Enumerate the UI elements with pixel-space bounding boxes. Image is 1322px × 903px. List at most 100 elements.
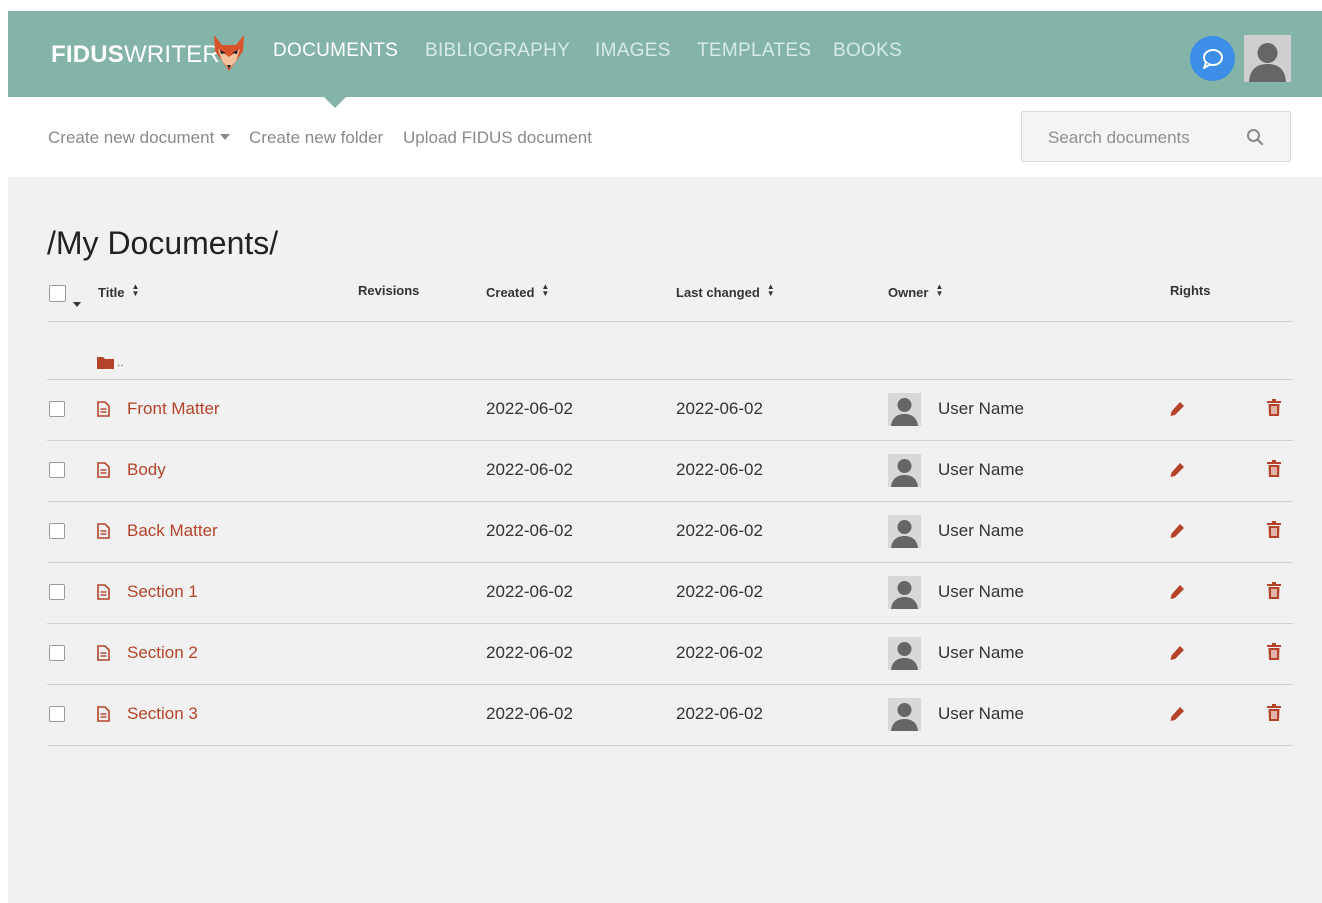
- user-silhouette-icon: [891, 703, 918, 731]
- pencil-icon[interactable]: [1169, 461, 1186, 478]
- column-header-owner[interactable]: Owner ▲ ▼: [888, 283, 943, 301]
- pencil-icon[interactable]: [1169, 644, 1186, 661]
- document-icon: [97, 706, 110, 722]
- sort-icon: ▲ ▼: [541, 282, 550, 298]
- document-icon: [97, 584, 110, 600]
- table-row: Front Matter 2022-06-02 2022-06-02 User …: [8, 380, 1322, 440]
- owner-name: User Name: [938, 704, 1024, 723]
- last-changed-date: 2022-06-02: [676, 460, 763, 479]
- parent-folder-link[interactable]: ..: [117, 355, 124, 369]
- created-date: 2022-06-02: [486, 582, 573, 601]
- last-changed-date: 2022-06-02: [676, 521, 763, 540]
- column-header-created[interactable]: Created ▲ ▼: [486, 282, 550, 301]
- nav-documents[interactable]: DOCUMENTS: [273, 40, 398, 62]
- column-created-label: Created: [486, 285, 535, 300]
- column-header-rights: Rights: [1170, 283, 1211, 298]
- chat-button[interactable]: [1190, 36, 1235, 81]
- created-date: 2022-06-02: [486, 399, 573, 418]
- bulk-actions-dropdown-icon[interactable]: [73, 302, 81, 307]
- logo-light-text: WRITER: [124, 41, 220, 68]
- document-icon: [97, 645, 110, 661]
- nav-templates[interactable]: TEMPLATES: [697, 40, 811, 62]
- row-checkbox[interactable]: [49, 462, 65, 478]
- table-row: Back Matter 2022-06-02 2022-06-02 User N…: [8, 502, 1322, 562]
- nav-bibliography[interactable]: BIBLIOGRAPHY: [425, 40, 570, 62]
- owner-name: User Name: [938, 399, 1024, 418]
- last-changed-date: 2022-06-02: [676, 399, 763, 418]
- column-header-last-changed[interactable]: Last changed ▲ ▼: [676, 282, 775, 301]
- nav-books[interactable]: BOOKS: [833, 40, 902, 62]
- search-input[interactable]: [1022, 112, 1270, 163]
- fidus-writer-logo[interactable]: FIDUSWRITER: [51, 41, 220, 69]
- column-owner-label: Owner: [888, 285, 929, 300]
- trash-icon[interactable]: [1267, 460, 1281, 477]
- trash-icon[interactable]: [1267, 399, 1281, 416]
- user-silhouette-icon: [891, 520, 918, 548]
- table-row: Section 3 2022-06-02 2022-06-02 User Nam…: [8, 685, 1322, 745]
- created-date: 2022-06-02: [486, 704, 573, 723]
- created-date: 2022-06-02: [486, 643, 573, 662]
- fox-logo-icon: [214, 35, 244, 71]
- owner-name: User Name: [938, 582, 1024, 601]
- logo-bold-text: FIDUS: [51, 41, 124, 68]
- created-date: 2022-06-02: [486, 521, 573, 540]
- last-changed-date: 2022-06-02: [676, 643, 763, 662]
- owner-name: User Name: [938, 521, 1024, 540]
- active-nav-indicator: [324, 97, 346, 108]
- pencil-icon[interactable]: [1169, 522, 1186, 539]
- document-icon: [97, 401, 110, 417]
- document-title-link[interactable]: Front Matter: [127, 399, 220, 419]
- document-title-link[interactable]: Body: [127, 460, 166, 480]
- folder-icon[interactable]: [97, 356, 114, 369]
- created-date: 2022-06-02: [486, 460, 573, 479]
- nav-images[interactable]: IMAGES: [595, 40, 671, 62]
- owner-avatar: [888, 515, 921, 548]
- create-new-document-label: Create new document: [48, 128, 215, 147]
- row-checkbox[interactable]: [49, 584, 65, 600]
- pencil-icon[interactable]: [1169, 583, 1186, 600]
- user-avatar[interactable]: [1244, 35, 1291, 82]
- column-header-revisions: Revisions: [358, 283, 420, 298]
- trash-icon[interactable]: [1267, 521, 1281, 538]
- last-changed-date: 2022-06-02: [676, 704, 763, 723]
- row-checkbox[interactable]: [49, 706, 65, 722]
- pencil-icon[interactable]: [1169, 400, 1186, 417]
- last-changed-date: 2022-06-02: [676, 582, 763, 601]
- row-checkbox[interactable]: [49, 401, 65, 417]
- user-silhouette-icon: [891, 398, 918, 426]
- sort-icon: ▲ ▼: [131, 282, 140, 298]
- user-silhouette-icon: [891, 459, 918, 487]
- owner-avatar: [888, 454, 921, 487]
- user-silhouette-icon: [891, 581, 918, 609]
- table-row: Section 1 2022-06-02 2022-06-02 User Nam…: [8, 563, 1322, 623]
- owner-name: User Name: [938, 460, 1024, 479]
- column-header-title[interactable]: Title ▲ ▼: [98, 282, 140, 301]
- document-title-link[interactable]: Section 2: [127, 643, 198, 663]
- create-new-document-button[interactable]: Create new document: [48, 128, 231, 148]
- upload-fidus-document-button[interactable]: Upload FIDUS document: [403, 128, 592, 148]
- document-title-link[interactable]: Section 1: [127, 582, 198, 602]
- owner-avatar: [888, 637, 921, 670]
- column-title-label: Title: [98, 285, 125, 300]
- column-last-changed-label: Last changed: [676, 285, 760, 300]
- owner-avatar: [888, 393, 921, 426]
- trash-icon[interactable]: [1267, 582, 1281, 599]
- row-checkbox[interactable]: [49, 523, 65, 539]
- row-divider: [47, 745, 1293, 746]
- trash-icon[interactable]: [1267, 643, 1281, 660]
- page-title: /My Documents/: [47, 225, 279, 261]
- pencil-icon[interactable]: [1169, 705, 1186, 722]
- sort-icon: ▲ ▼: [766, 282, 775, 298]
- document-icon: [97, 462, 110, 478]
- owner-name: User Name: [938, 643, 1024, 662]
- create-new-folder-button[interactable]: Create new folder: [249, 128, 383, 148]
- trash-icon[interactable]: [1267, 704, 1281, 721]
- search-icon[interactable]: [1246, 128, 1264, 146]
- app-frame: FIDUSWRITER DOCUMENTS BIBLIOGRAPHY IMAGE…: [8, 11, 1322, 903]
- document-title-link[interactable]: Section 3: [127, 704, 198, 724]
- row-checkbox[interactable]: [49, 645, 65, 661]
- document-title-link[interactable]: Back Matter: [127, 521, 218, 541]
- table-row: Body 2022-06-02 2022-06-02 User Name: [8, 441, 1322, 501]
- table-row: Section 2 2022-06-02 2022-06-02 User Nam…: [8, 624, 1322, 684]
- select-all-checkbox[interactable]: [49, 285, 66, 302]
